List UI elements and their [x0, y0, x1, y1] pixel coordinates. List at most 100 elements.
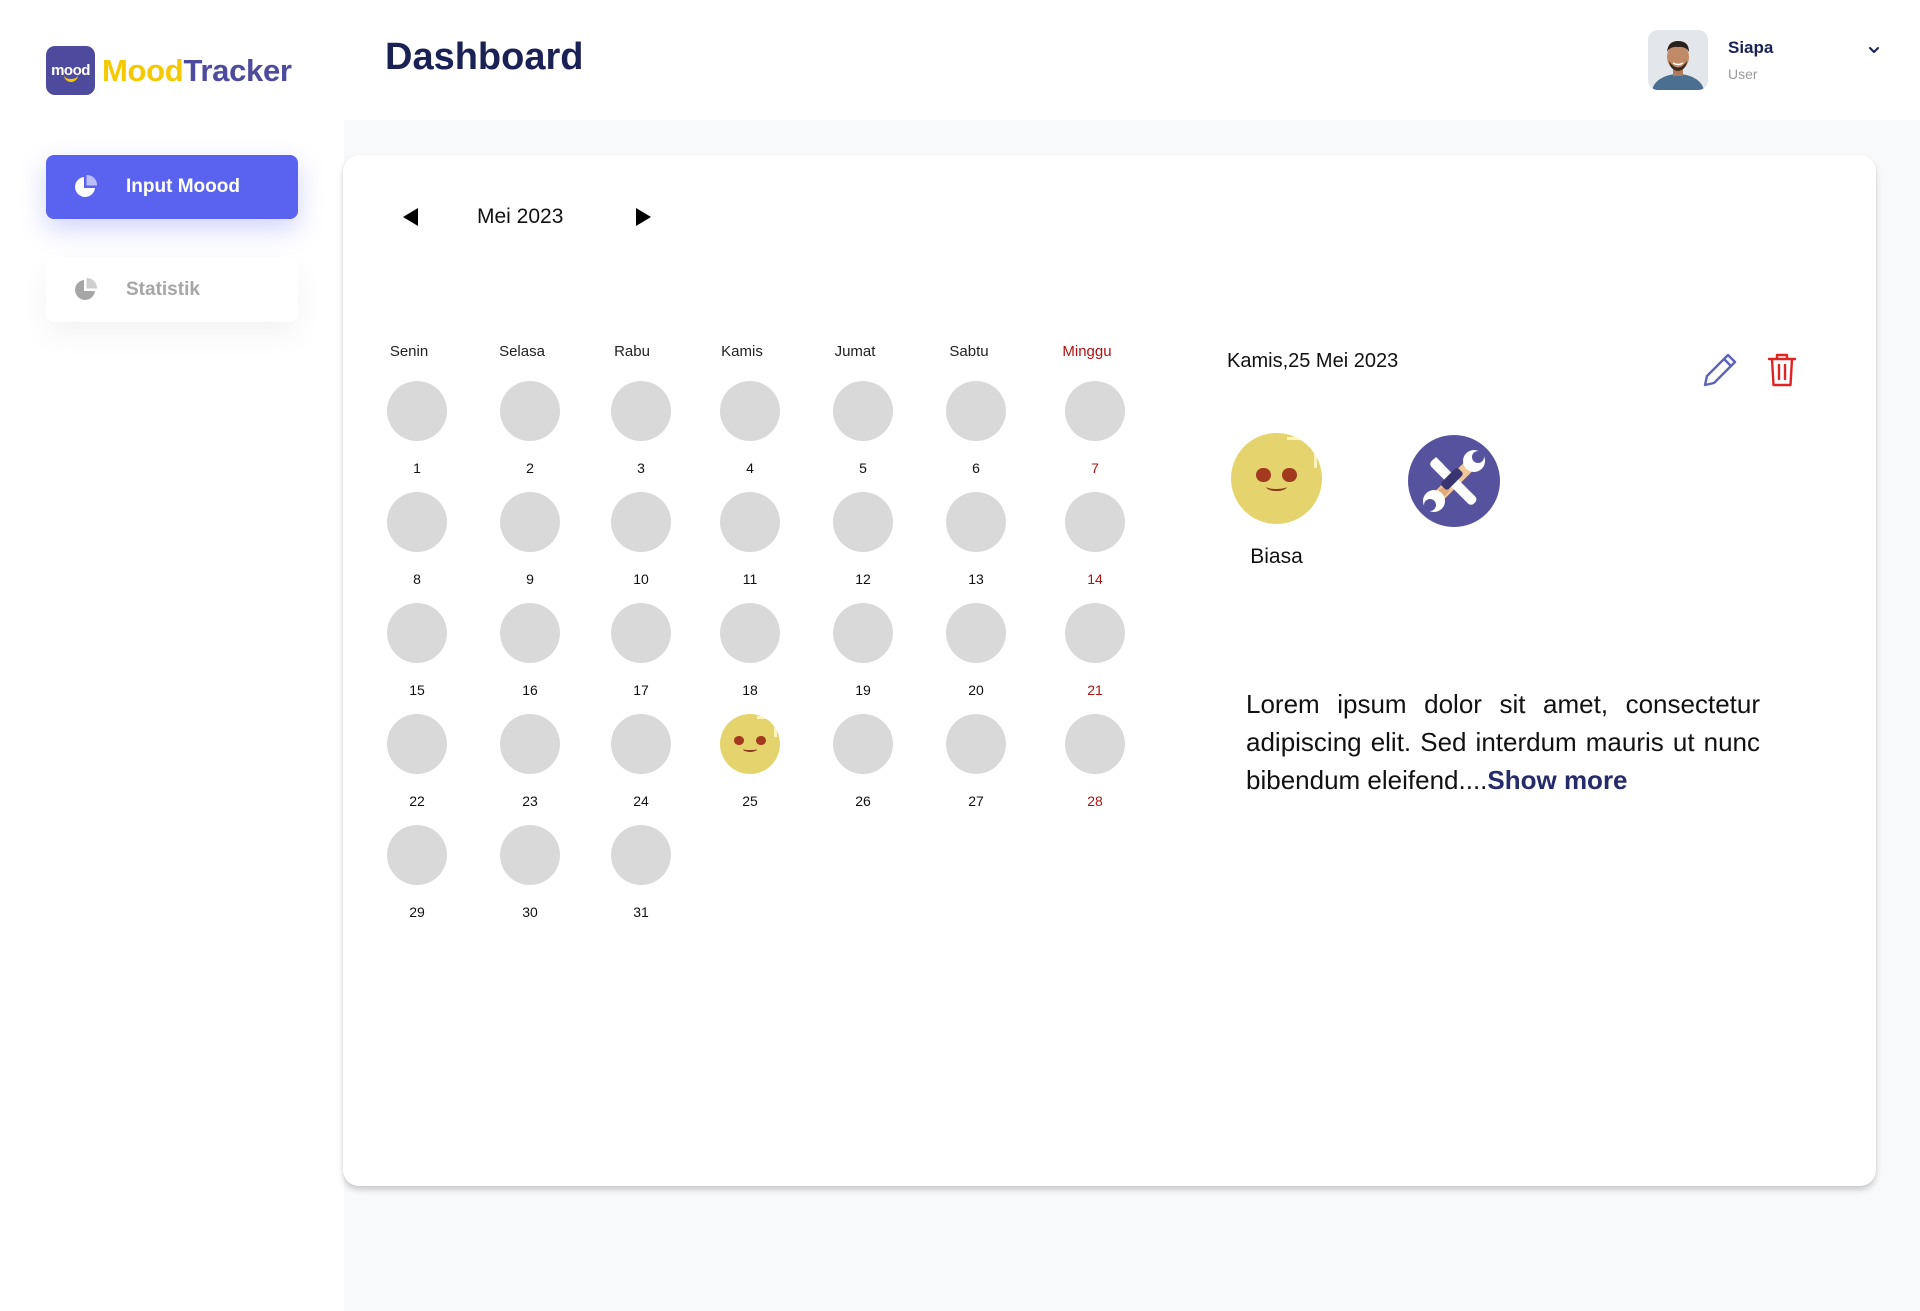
day-circle[interactable] [833, 714, 893, 774]
calendar-day[interactable]: 19 [803, 603, 923, 698]
calendar-day[interactable]: 15 [357, 603, 477, 698]
calendar-day[interactable]: 16 [470, 603, 590, 698]
day-circle[interactable] [946, 603, 1006, 663]
weekday-label: Senin [389, 343, 429, 360]
day-circle[interactable] [833, 492, 893, 552]
day-circle[interactable] [500, 714, 560, 774]
calendar-day[interactable]: 18 [690, 603, 810, 698]
day-circle[interactable] [387, 714, 447, 774]
next-month-arrow-icon[interactable] [634, 206, 654, 228]
day-number: 6 [972, 460, 980, 476]
day-mood-emoji[interactable] [720, 714, 780, 774]
calendar-day[interactable]: 6 [916, 381, 1036, 476]
day-number: 28 [1087, 793, 1103, 809]
calendar-day[interactable]: 4 [690, 381, 810, 476]
day-circle[interactable] [1065, 492, 1125, 552]
calendar-day[interactable]: 11 [690, 492, 810, 587]
day-number: 31 [633, 904, 649, 920]
user-menu[interactable]: Siapa User [1648, 30, 1888, 90]
day-circle[interactable] [387, 825, 447, 885]
day-number: 7 [1091, 460, 1099, 476]
calendar-day[interactable]: 27 [916, 714, 1036, 809]
day-circle[interactable] [611, 603, 671, 663]
day-number: 19 [855, 682, 871, 698]
day-circle[interactable] [946, 492, 1006, 552]
calendar-day[interactable]: 30 [470, 825, 590, 920]
day-circle[interactable] [387, 492, 447, 552]
calendar-day[interactable]: 9 [470, 492, 590, 587]
day-circle[interactable] [720, 381, 780, 441]
weekday-label: Selasa [499, 343, 545, 360]
day-number: 9 [526, 571, 534, 587]
day-circle[interactable] [387, 603, 447, 663]
weekday-label: Kamis [721, 343, 763, 360]
day-circle[interactable] [500, 492, 560, 552]
day-number: 26 [855, 793, 871, 809]
day-number: 22 [409, 793, 425, 809]
calendar-day[interactable]: 7 [1035, 381, 1155, 476]
day-circle[interactable] [611, 492, 671, 552]
calendar-day[interactable]: 31 [581, 825, 701, 920]
mood-label: Biasa [1250, 545, 1303, 568]
calendar-day[interactable]: 21 [1035, 603, 1155, 698]
day-circle[interactable] [611, 381, 671, 441]
day-number: 21 [1087, 682, 1103, 698]
selected-date: Kamis,25 Mei 2023 [1227, 350, 1399, 372]
calendar-day[interactable]: 10 [581, 492, 701, 587]
previous-month-arrow-icon[interactable] [400, 206, 420, 228]
calendar-day[interactable]: 25 [690, 714, 810, 809]
day-number: 3 [637, 460, 645, 476]
sidebar-item-input-mood[interactable]: Input Moood [46, 155, 298, 219]
weekday-label: Minggu [1062, 343, 1112, 360]
calendar-day[interactable]: 2 [470, 381, 590, 476]
day-circle[interactable] [833, 381, 893, 441]
calendar-day[interactable]: 12 [803, 492, 923, 587]
day-circle[interactable] [1065, 381, 1125, 441]
day-number: 5 [859, 460, 867, 476]
calendar-day[interactable]: 28 [1035, 714, 1155, 809]
day-circle[interactable] [500, 381, 560, 441]
calendar-day[interactable]: 20 [916, 603, 1036, 698]
day-number: 8 [413, 571, 421, 587]
day-number: 25 [742, 793, 758, 809]
edit-pencil-icon[interactable] [1700, 350, 1740, 390]
calendar-day[interactable]: 24 [581, 714, 701, 809]
day-circle[interactable] [387, 381, 447, 441]
day-circle[interactable] [946, 714, 1006, 774]
calendar-day[interactable]: 29 [357, 825, 477, 920]
day-circle[interactable] [720, 603, 780, 663]
day-circle[interactable] [833, 603, 893, 663]
day-circle[interactable] [500, 603, 560, 663]
day-circle[interactable] [611, 714, 671, 774]
calendar-day[interactable]: 5 [803, 381, 923, 476]
day-number: 16 [522, 682, 538, 698]
chevron-down-icon[interactable] [1866, 42, 1882, 58]
app-logo[interactable]: mood MoodTracker [46, 46, 292, 95]
activity-tools [1408, 435, 1500, 527]
sidebar-item-statistik[interactable]: Statistik [46, 258, 298, 322]
day-circle[interactable] [500, 825, 560, 885]
trash-icon[interactable] [1767, 352, 1797, 388]
calendar-day[interactable]: 3 [581, 381, 701, 476]
calendar-day[interactable]: 14 [1035, 492, 1155, 587]
show-more-link[interactable]: Show more [1487, 765, 1627, 795]
day-circle[interactable] [946, 381, 1006, 441]
day-circle[interactable] [720, 492, 780, 552]
day-number: 2 [526, 460, 534, 476]
day-circle[interactable] [1065, 603, 1125, 663]
day-number: 4 [746, 460, 754, 476]
day-circle[interactable] [611, 825, 671, 885]
calendar-day[interactable]: 22 [357, 714, 477, 809]
user-name: Siapa [1728, 38, 1774, 57]
day-number: 24 [633, 793, 649, 809]
calendar-day[interactable]: 23 [470, 714, 590, 809]
day-circle[interactable] [1065, 714, 1125, 774]
calendar-day[interactable]: 26 [803, 714, 923, 809]
day-number: 23 [522, 793, 538, 809]
weekday-label: Rabu [614, 343, 650, 360]
calendar-day[interactable]: 1 [357, 381, 477, 476]
calendar-day[interactable]: 8 [357, 492, 477, 587]
user-info: Siapa User [1728, 38, 1773, 82]
calendar-day[interactable]: 17 [581, 603, 701, 698]
calendar-day[interactable]: 13 [916, 492, 1036, 587]
